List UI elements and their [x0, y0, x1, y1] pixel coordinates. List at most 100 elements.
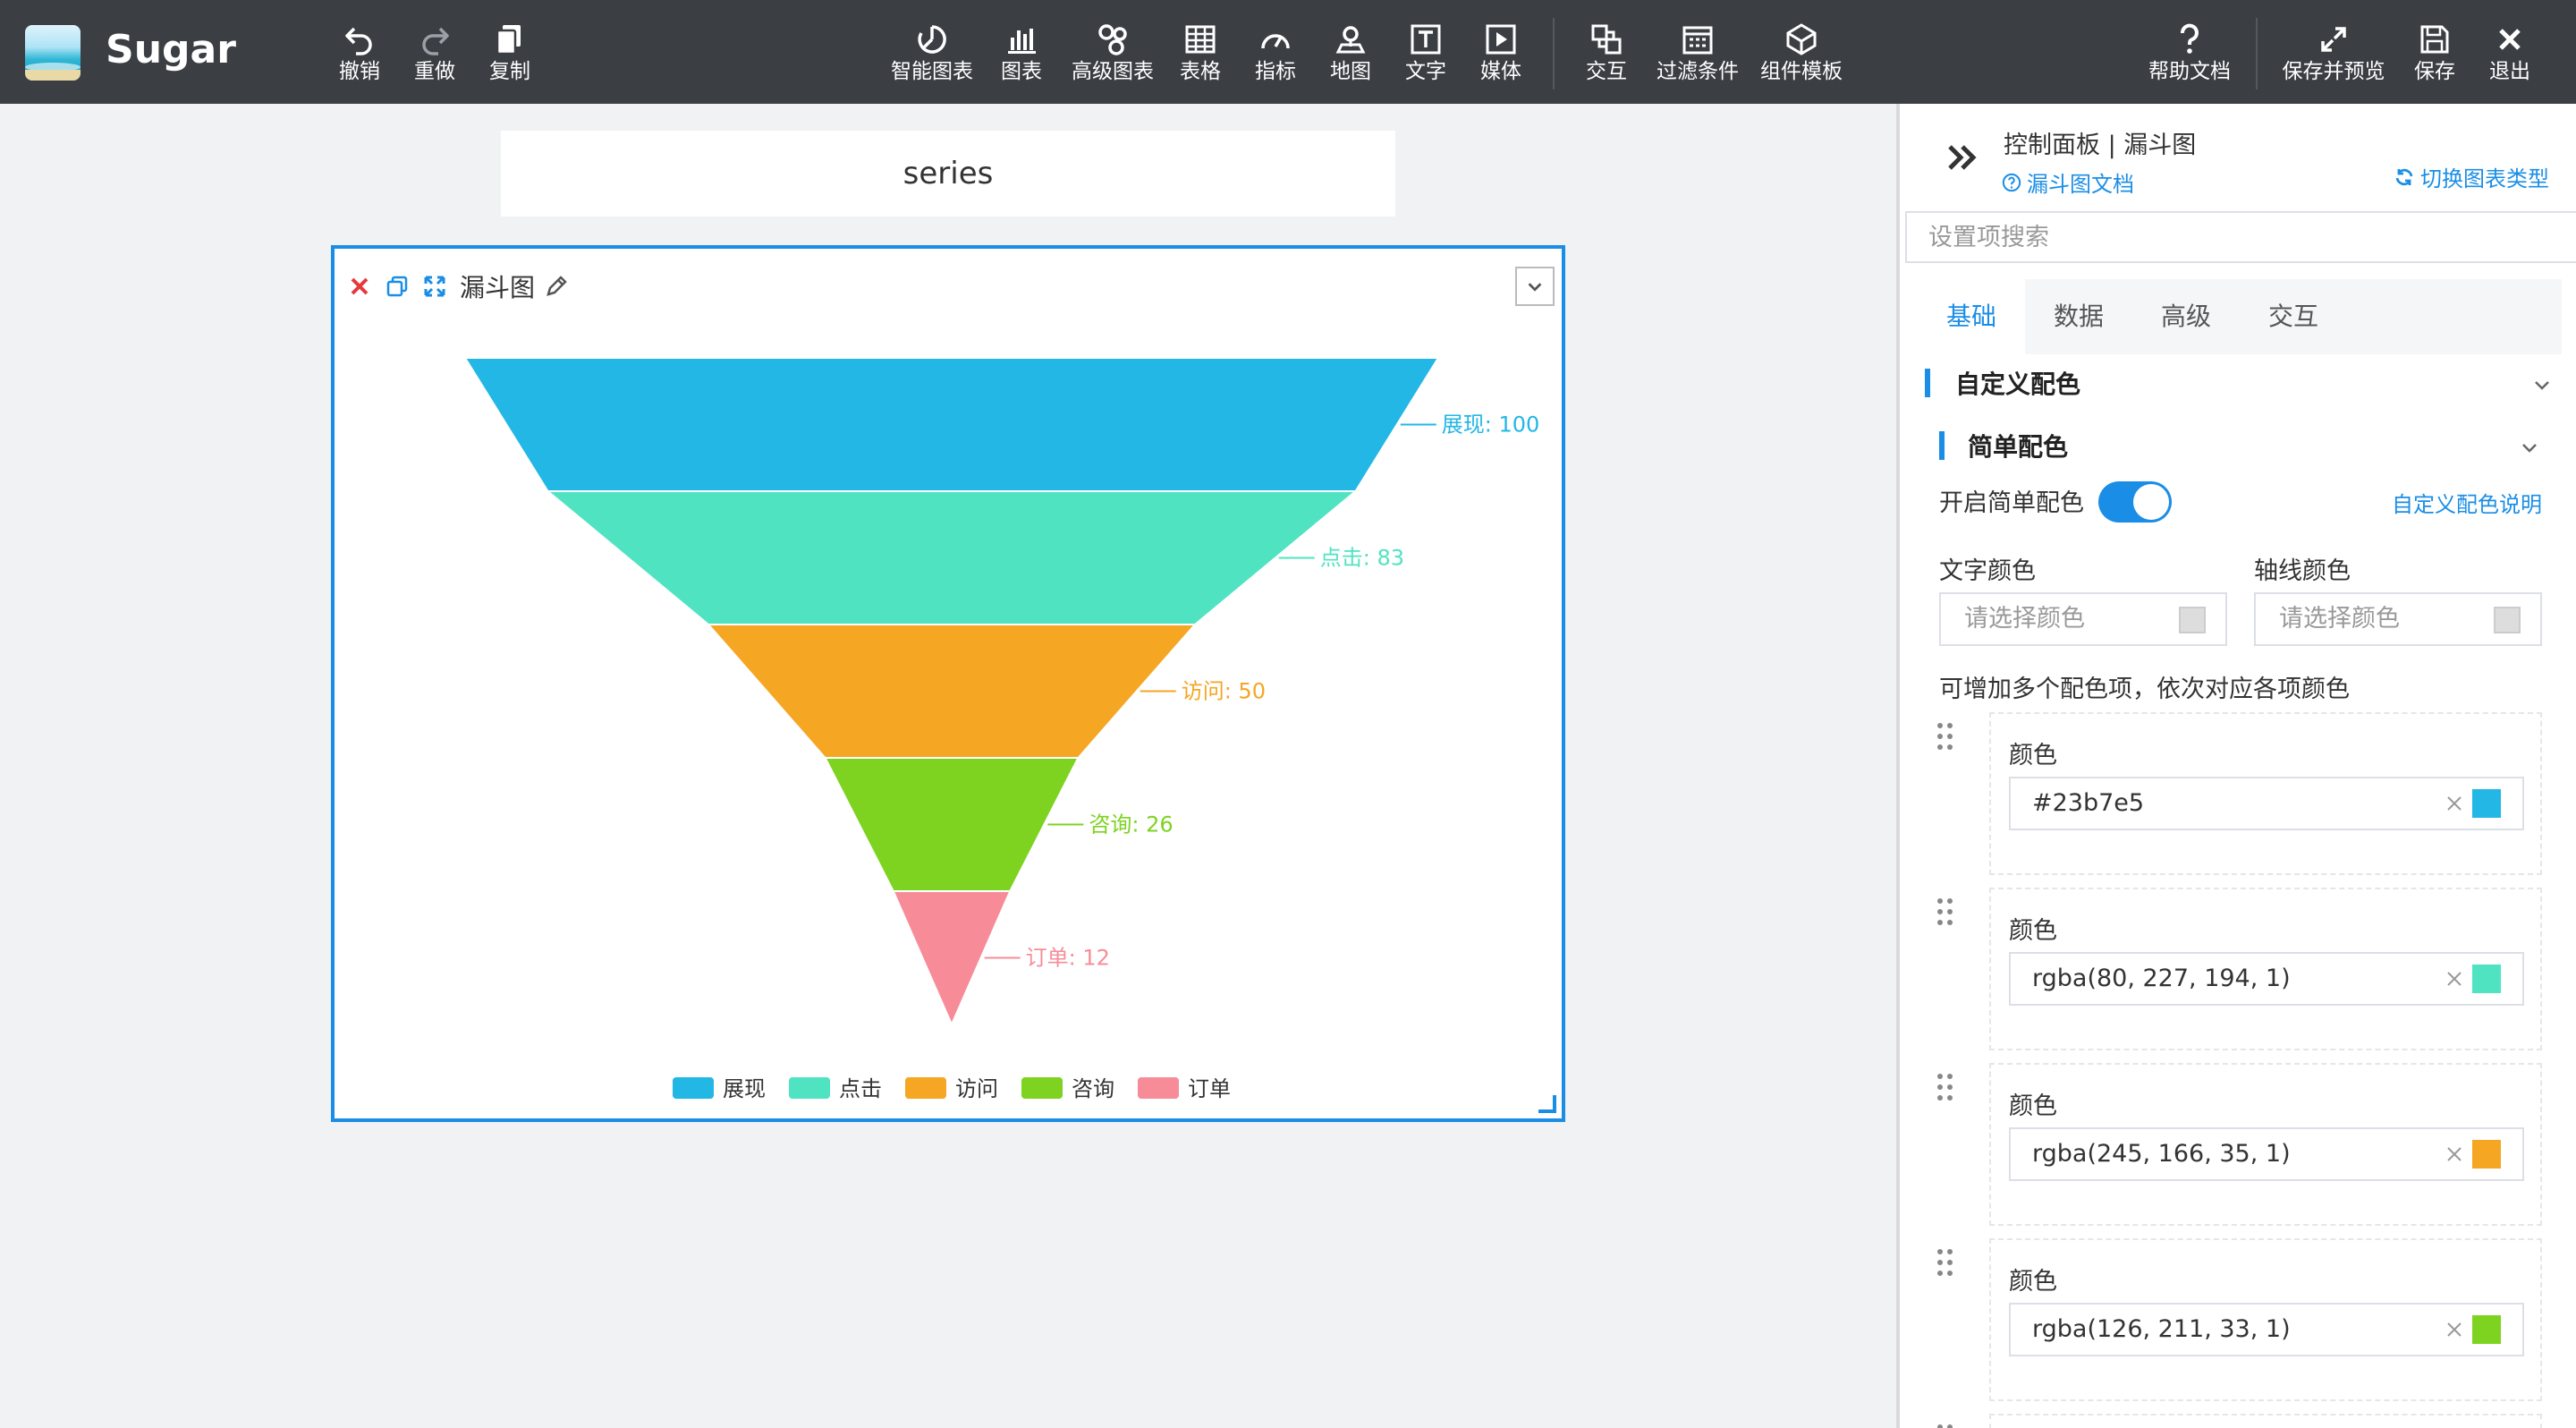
section-simple-color[interactable]: 简单配色 [1939, 428, 2068, 463]
clear-icon[interactable] [2444, 1143, 2465, 1165]
drag-handle-icon[interactable] [1936, 1247, 1955, 1278]
drag-handle-icon[interactable] [1936, 1072, 1955, 1102]
color-swatch[interactable] [2472, 789, 2501, 818]
legend-swatch[interactable] [905, 1077, 946, 1099]
clear-icon[interactable] [2444, 968, 2465, 990]
help-circle-icon [2002, 173, 2021, 191]
funnel-chart-card[interactable]: 展现: 100 点击: 83 访问: 50 咨询: 26 订单: 12 展现 点击 访问 咨询 订… [331, 245, 1565, 1122]
duplicate-card-button[interactable] [381, 270, 413, 302]
chevron-down-icon[interactable] [2517, 435, 2542, 460]
advanced-chart-button[interactable]: 高级图表 [1066, 18, 1159, 93]
undo-icon [333, 18, 386, 59]
legend-swatch[interactable] [673, 1077, 714, 1099]
interaction-button[interactable]: 交互 [1580, 18, 1633, 93]
table-icon [1174, 18, 1227, 59]
funnel-data-label: 订单: 12 [1026, 946, 1110, 971]
chart-doc-link[interactable]: 漏斗图文档 [2002, 166, 2134, 198]
close-icon [351, 277, 369, 295]
legend-label[interactable]: 展现 [723, 1076, 766, 1101]
resize-handle[interactable] [1538, 1095, 1556, 1113]
tab-basic[interactable]: 基础 [1918, 279, 2025, 354]
app-logo [25, 25, 80, 81]
fullscreen-card-button[interactable] [419, 270, 451, 302]
clear-icon[interactable] [2444, 1319, 2465, 1340]
color-input[interactable]: rgba(245, 166, 35, 1) [2009, 1127, 2524, 1181]
bar-chart-icon [995, 18, 1048, 59]
color-item [1989, 1414, 2542, 1428]
legend-label[interactable]: 访问 [955, 1076, 998, 1101]
legend-label[interactable]: 咨询 [1072, 1076, 1114, 1101]
question-icon [2143, 18, 2236, 59]
expand-icon [2279, 18, 2388, 59]
legend-label[interactable]: 点击 [839, 1076, 882, 1101]
color-swatch [2179, 607, 2206, 633]
tab-data[interactable]: 数据 [2025, 279, 2132, 354]
switch-chart-type-link[interactable]: 切换图表类型 [2394, 161, 2549, 192]
redo-icon [408, 18, 462, 59]
text-color-picker[interactable]: 请选择颜色 [1939, 592, 2227, 646]
chevron-down-icon[interactable] [2529, 372, 2555, 397]
color-swatch[interactable] [2472, 1140, 2501, 1169]
map-button[interactable]: 地图 [1324, 18, 1377, 93]
save-preview-button[interactable]: 保存并预览 [2279, 18, 2388, 93]
color-input[interactable]: #23b7e5 [2009, 777, 2524, 830]
color-input[interactable]: rgba(80, 227, 194, 1) [2009, 952, 2524, 1006]
card-header: 漏斗图 [343, 268, 572, 304]
cube-icon [1755, 18, 1848, 59]
axis-color-picker[interactable]: 请选择颜色 [2254, 592, 2542, 646]
funnel-segment[interactable] [823, 757, 1080, 892]
save-icon [2408, 18, 2462, 59]
chart-button[interactable]: 图表 [995, 18, 1048, 93]
close-icon [2483, 18, 2537, 59]
metric-button[interactable]: 指标 [1249, 18, 1302, 93]
color-swatch[interactable] [2472, 965, 2501, 993]
drag-handle-icon[interactable] [1936, 897, 1955, 927]
copy-icon [483, 18, 537, 59]
text-button[interactable]: 文字 [1399, 18, 1453, 93]
smart-chart-button[interactable]: 智能图表 [886, 18, 979, 93]
filter-button[interactable]: 过滤条件 [1651, 18, 1744, 93]
color-input[interactable]: rgba(126, 211, 33, 1) [2009, 1303, 2524, 1356]
tab-advanced[interactable]: 高级 [2132, 279, 2240, 354]
tab-interaction[interactable]: 交互 [2240, 279, 2347, 354]
section-custom-color[interactable]: 自定义配色 [1925, 365, 2080, 401]
funnel-data-label: 点击: 83 [1320, 546, 1404, 571]
legend-swatch[interactable] [789, 1077, 830, 1099]
legend-swatch[interactable] [1138, 1077, 1179, 1099]
card-menu-button[interactable] [1515, 267, 1555, 306]
media-button[interactable]: 媒体 [1474, 18, 1528, 93]
edit-name-button[interactable] [540, 270, 572, 302]
title-component[interactable]: series [501, 131, 1395, 217]
funnel-chart: 展现: 100 点击: 83 访问: 50 咨询: 26 订单: 12 展现 点击 访问 咨询 订… [463, 357, 1539, 1101]
redo-button[interactable]: 重做 [408, 18, 462, 93]
app-title: Sugar [106, 27, 236, 72]
delete-card-button[interactable] [343, 270, 376, 302]
title-text: series [902, 156, 994, 191]
table-button[interactable]: 表格 [1174, 18, 1227, 93]
copy-button[interactable]: 复制 [483, 18, 537, 93]
color-swatch[interactable] [2472, 1315, 2501, 1344]
color-item: 颜色 rgba(245, 166, 35, 1) [1989, 1063, 2542, 1226]
template-button[interactable]: 组件模板 [1755, 18, 1848, 93]
custom-color-help-link[interactable]: 自定义配色说明 [2392, 487, 2542, 518]
color-swatch [2494, 607, 2521, 633]
drag-handle-icon[interactable] [1936, 1423, 1955, 1428]
funnel-segment[interactable] [706, 624, 1198, 759]
undo-button[interactable]: 撤销 [333, 18, 386, 93]
smart-chart-icon [886, 18, 979, 59]
help-button[interactable]: 帮助文档 [2143, 18, 2236, 93]
clear-icon[interactable] [2444, 793, 2465, 814]
color-item: 颜色 rgba(80, 227, 194, 1) [1989, 888, 2542, 1050]
legend-label[interactable]: 订单 [1188, 1076, 1231, 1101]
simple-color-toggle[interactable] [2098, 481, 2172, 523]
exit-button[interactable]: 退出 [2483, 18, 2537, 93]
collapse-panel-button[interactable] [1943, 138, 1982, 177]
funnel-segment[interactable] [463, 357, 1440, 492]
save-button[interactable]: 保存 [2408, 18, 2462, 93]
legend-swatch[interactable] [1021, 1077, 1063, 1099]
funnel-segment[interactable] [545, 490, 1359, 625]
enable-simple-color-label: 开启简单配色 [1939, 489, 2084, 517]
drag-handle-icon[interactable] [1936, 721, 1955, 752]
settings-search-input[interactable] [1905, 211, 2576, 263]
text-color-label: 文字颜色 [1939, 557, 2036, 585]
